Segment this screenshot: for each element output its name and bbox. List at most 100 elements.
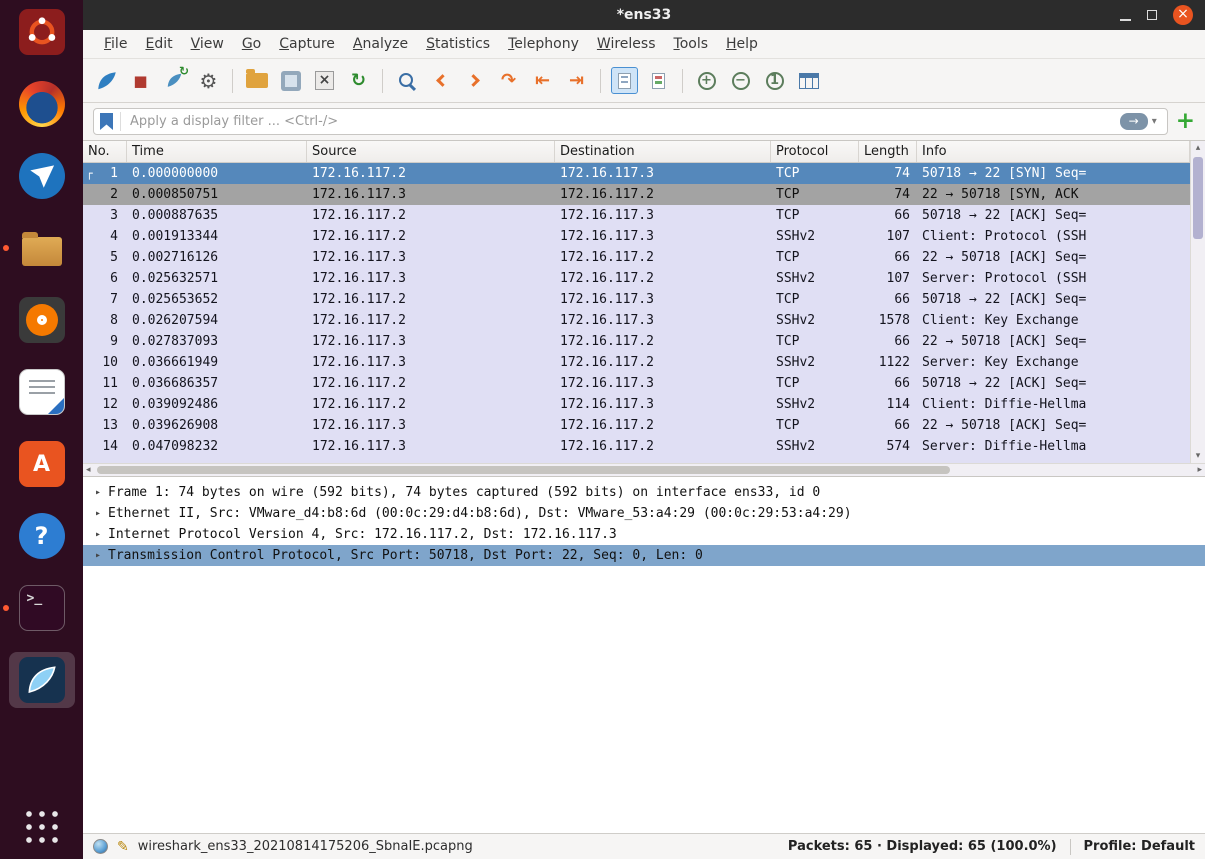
packet-row[interactable]: 4 0.001913344 172.16.117.2 172.16.117.3 SSHv…	[83, 226, 1190, 247]
scroll-up-icon[interactable]: ▴	[1191, 141, 1205, 155]
profile-label[interactable]: Profile: Default	[1084, 839, 1195, 854]
wireshark-window: *ens33 × File Edit View Go Capture Analy…	[83, 0, 1205, 859]
minimize-button[interactable]	[1120, 10, 1131, 21]
capture-comment-icon[interactable]: ✎	[117, 839, 129, 855]
menu-telephony[interactable]: Telephony	[499, 30, 588, 58]
horizontal-scrollbar-thumb[interactable]	[97, 466, 950, 474]
dock-item-help[interactable]: ?	[9, 508, 75, 564]
chevron-down-icon[interactable]: ▾	[1152, 116, 1157, 127]
column-header-protocol[interactable]: Protocol	[771, 141, 859, 162]
dock-item-files[interactable]	[2, 220, 75, 276]
packet-row[interactable]: 7 0.025653652 172.16.117.2 172.16.117.3 TCP 6…	[83, 289, 1190, 310]
dock-item-firefox[interactable]	[9, 76, 75, 132]
menu-go[interactable]: Go	[233, 30, 270, 58]
dock-item-rhythmbox[interactable]	[9, 292, 75, 348]
packet-row[interactable]: 6 0.025632571 172.16.117.3 172.16.117.2 SSHv…	[83, 268, 1190, 289]
normal-size-button[interactable]: 1	[761, 67, 788, 94]
column-header-time[interactable]: Time	[127, 141, 307, 162]
column-header-destination[interactable]: Destination	[555, 141, 771, 162]
column-header-source[interactable]: Source	[307, 141, 555, 162]
menu-tools[interactable]: Tools	[665, 30, 718, 58]
auto-scroll-button[interactable]	[611, 67, 638, 94]
go-forward-button[interactable]	[461, 67, 488, 94]
menu-statistics[interactable]: Statistics	[417, 30, 499, 58]
go-to-packet-button[interactable]: ↷	[495, 67, 522, 94]
menu-view[interactable]: View	[182, 30, 233, 58]
colorize-button[interactable]	[645, 67, 672, 94]
display-filter-input[interactable]	[128, 113, 1120, 130]
packet-time-cell: 0.025653652	[132, 292, 219, 307]
close-button[interactable]: ×	[1173, 5, 1193, 25]
dock-item-thunderbird[interactable]	[9, 148, 75, 204]
packet-time-cell: 0.036686357	[132, 376, 219, 391]
resize-columns-button[interactable]	[795, 67, 822, 94]
open-file-button[interactable]	[243, 67, 270, 94]
packet-info-cell: Server: Protocol (SSH	[922, 271, 1087, 286]
vertical-scrollbar[interactable]: ▴ ▾	[1190, 141, 1205, 463]
dock-item-show-applications[interactable]	[9, 799, 75, 855]
packet-row[interactable]: 14 0.047098232 172.16.117.3 172.16.117.2 SSH…	[83, 436, 1190, 457]
expander-icon[interactable]: ▸	[90, 529, 106, 540]
packet-row[interactable]: 11 0.036686357 172.16.117.2 172.16.117.3 TCP…	[83, 373, 1190, 394]
maximize-button[interactable]	[1147, 10, 1157, 20]
detail-line[interactable]: ▸ Ethernet II, Src: VMware_d4:b8:6d (00:0…	[83, 503, 1205, 524]
display-filter-box[interactable]: → ▾	[93, 108, 1168, 135]
reload-file-button[interactable]: ↻	[345, 67, 372, 94]
add-filter-button[interactable]: +	[1176, 110, 1195, 133]
expander-icon[interactable]: ▸	[90, 508, 106, 519]
packet-row[interactable]: 10 0.036661949 172.16.117.3 172.16.117.2 SSH…	[83, 352, 1190, 373]
detail-line[interactable]: ▸ Transmission Control Protocol, Src Port…	[83, 545, 1205, 566]
packet-row[interactable]: 12 0.039092486 172.16.117.2 172.16.117.3 SSH…	[83, 394, 1190, 415]
find-packet-button[interactable]	[393, 67, 420, 94]
column-header-length[interactable]: Length	[859, 141, 917, 162]
packet-row[interactable]: 9 0.027837093 172.16.117.3 172.16.117.2 TCP 6…	[83, 331, 1190, 352]
zoom-out-icon: −	[731, 71, 750, 90]
column-header-info[interactable]: Info	[917, 141, 1190, 162]
expert-info-button[interactable]	[93, 839, 108, 854]
restart-capture-button[interactable]: ↻	[161, 64, 189, 94]
column-header-no[interactable]: No.	[83, 141, 127, 162]
zoom-in-button[interactable]: +	[693, 67, 720, 94]
packet-row[interactable]: 3 0.000887635 172.16.117.2 172.16.117.3 TCP 6…	[83, 205, 1190, 226]
first-packet-button[interactable]: ⇤	[529, 67, 556, 94]
packet-info-cell: Server: Key Exchange	[922, 355, 1079, 370]
dock-item-wireshark[interactable]	[8, 652, 75, 708]
packet-no-cell: 1 ┌	[83, 163, 127, 184]
scroll-left-icon[interactable]: ◂	[86, 464, 91, 476]
packet-row[interactable]: 2 0.000850751 172.16.117.3 172.16.117.2 TCP 7…	[83, 184, 1190, 205]
dock-item-ubuntu[interactable]	[9, 4, 75, 60]
menu-edit[interactable]: Edit	[136, 30, 181, 58]
menu-help[interactable]: Help	[717, 30, 767, 58]
bookmark-icon[interactable]	[100, 113, 113, 130]
menu-file[interactable]: File	[95, 30, 136, 58]
save-file-button[interactable]	[277, 67, 304, 94]
packet-length-cell: 1122	[878, 355, 910, 370]
apply-filter-button[interactable]: →	[1119, 113, 1148, 130]
menu-wireless[interactable]: Wireless	[588, 30, 665, 58]
packet-row[interactable]: 1 ┌ 0.000000000 172.16.117.2 172.16.117.3 TCP…	[83, 163, 1190, 184]
dock-item-libreoffice-writer[interactable]	[9, 364, 75, 420]
vertical-scrollbar-thumb[interactable]	[1193, 157, 1203, 239]
packet-row[interactable]: 8 0.026207594 172.16.117.2 172.16.117.3 SSHv…	[83, 310, 1190, 331]
horizontal-scrollbar[interactable]: ◂ ▸	[83, 463, 1205, 477]
detail-line[interactable]: ▸ Internet Protocol Version 4, Src: 172.1…	[83, 524, 1205, 545]
dock-item-ubuntu-software[interactable]: A	[9, 436, 75, 492]
packet-row[interactable]: 13 0.039626908 172.16.117.3 172.16.117.2 TCP…	[83, 415, 1190, 436]
expander-icon[interactable]: ▸	[90, 550, 106, 561]
last-packet-button[interactable]: ⇥	[563, 67, 590, 94]
capture-options-button[interactable]: ⚙	[195, 67, 222, 94]
close-file-button[interactable]: ×	[311, 67, 338, 94]
detail-line[interactable]: ▸ Frame 1: 74 bytes on wire (592 bits), 7…	[83, 482, 1205, 503]
expander-icon[interactable]: ▸	[90, 487, 106, 498]
dock-item-terminal[interactable]: >_	[2, 580, 75, 636]
go-back-button[interactable]	[427, 67, 454, 94]
stop-capture-button[interactable]: ■	[127, 67, 154, 94]
menu-analyze[interactable]: Analyze	[344, 30, 417, 58]
zoom-out-button[interactable]: −	[727, 67, 754, 94]
scroll-down-icon[interactable]: ▾	[1191, 449, 1205, 463]
packet-row[interactable]: 5 0.002716126 172.16.117.3 172.16.117.2 TCP 6…	[83, 247, 1190, 268]
titlebar[interactable]: *ens33 ×	[83, 0, 1205, 30]
menu-capture[interactable]: Capture	[270, 30, 344, 58]
scroll-right-icon[interactable]: ▸	[1197, 464, 1202, 476]
start-capture-button[interactable]	[93, 67, 120, 94]
